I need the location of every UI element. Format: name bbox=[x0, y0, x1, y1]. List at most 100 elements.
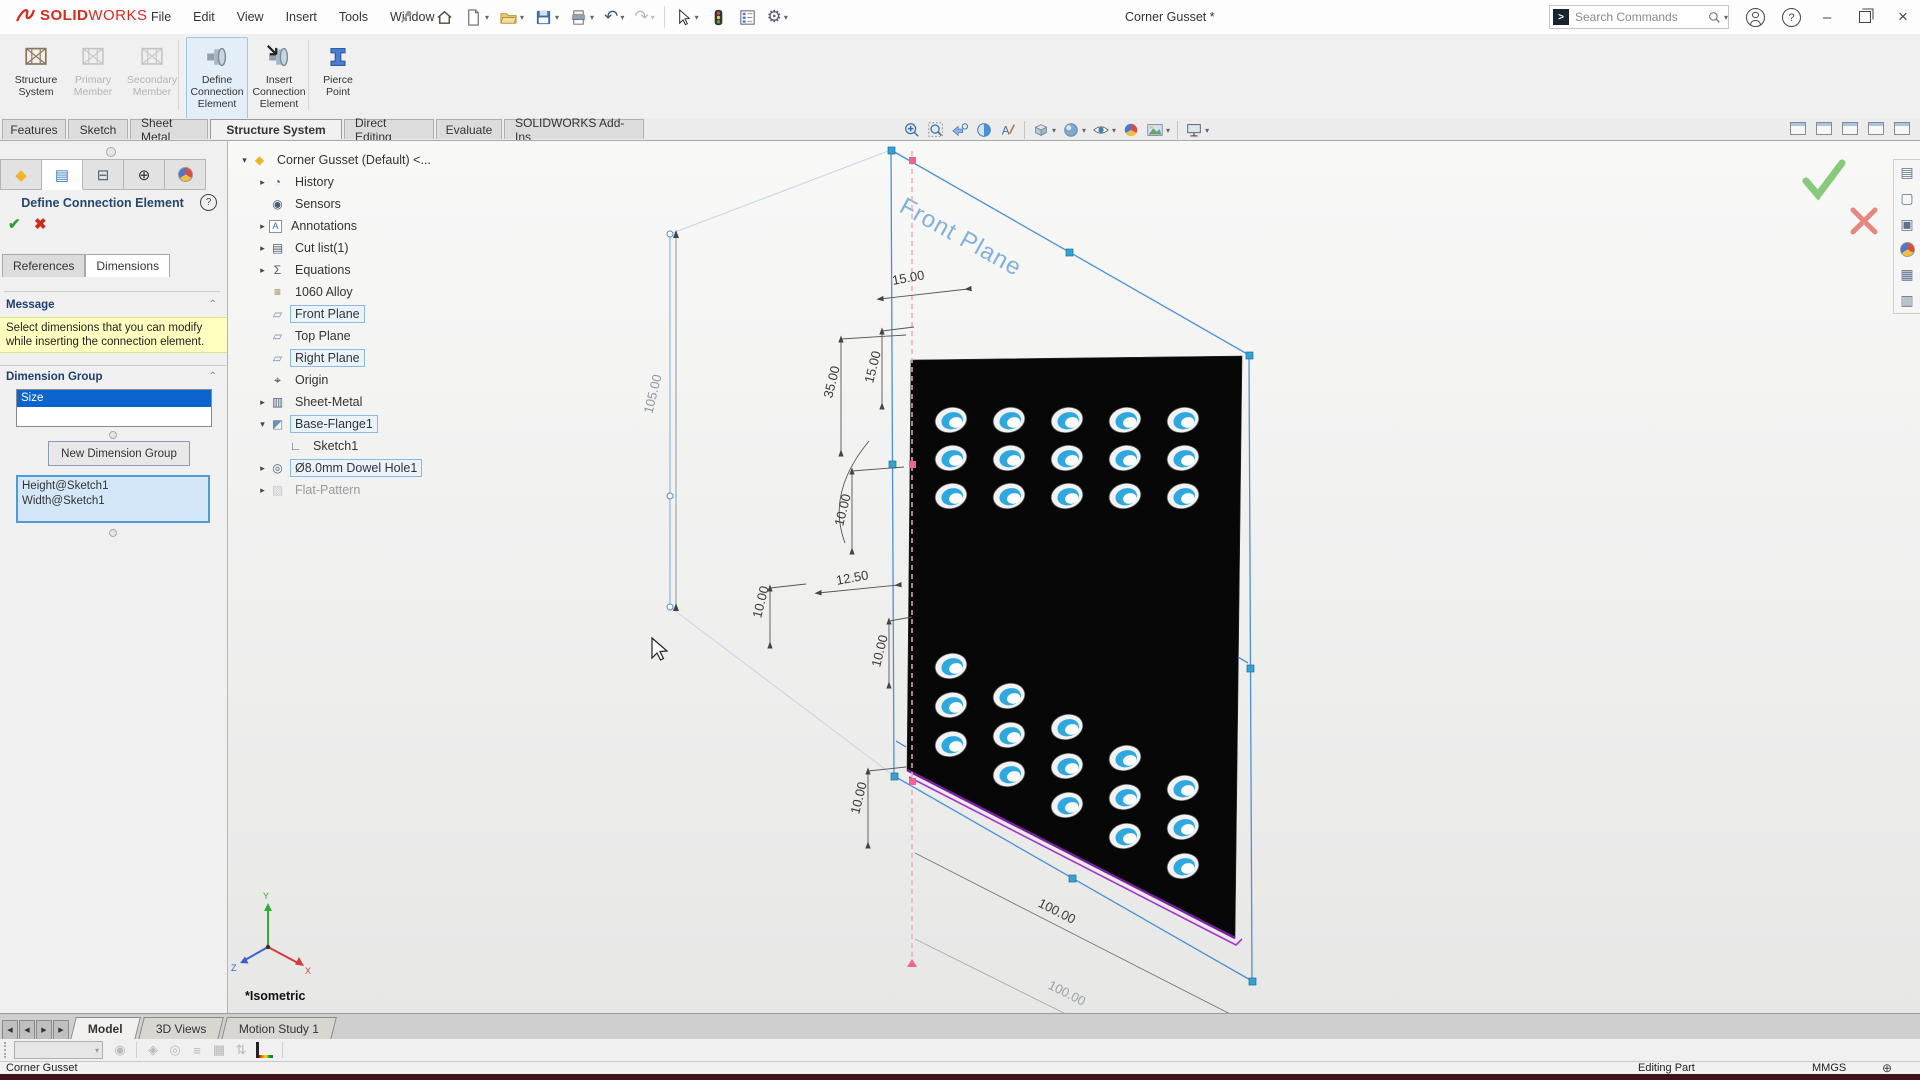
performance-traffic-light-icon[interactable] bbox=[706, 6, 731, 29]
search-box[interactable]: > ▾ bbox=[1549, 5, 1729, 29]
menu-view[interactable]: View bbox=[226, 6, 275, 28]
insert-connection-element-button[interactable]: Insert Connection Element bbox=[248, 37, 310, 120]
new-dimension-group-button[interactable]: New Dimension Group bbox=[48, 441, 190, 466]
configuration-tab[interactable]: ⊟ bbox=[83, 159, 124, 190]
display-style-icon[interactable]: ▾ bbox=[1059, 120, 1089, 140]
dimension-label[interactable]: 15.00 bbox=[891, 267, 926, 287]
edit-appearance-icon[interactable] bbox=[1119, 120, 1143, 140]
tree-item-1060-alloy[interactable]: ≡1060 Alloy bbox=[238, 281, 538, 303]
status-units[interactable]: MMGS bbox=[1812, 1062, 1846, 1074]
options-gear-icon[interactable]: ⚙▾ bbox=[764, 6, 791, 28]
tab-features[interactable]: Features bbox=[2, 119, 66, 139]
dimension-label[interactable]: 100.00 bbox=[1046, 977, 1088, 1008]
print-icon[interactable]: ▾ bbox=[566, 6, 597, 29]
dimension-group-header[interactable]: Dimension Group bbox=[6, 371, 102, 383]
toolbar-grip[interactable] bbox=[4, 1042, 10, 1058]
apply-scene-icon[interactable]: ▾ bbox=[1143, 120, 1173, 140]
dimension-group-list[interactable]: Size bbox=[16, 389, 212, 427]
sketch-entity-icon[interactable]: ◎ bbox=[164, 1042, 186, 1058]
dimension-label[interactable]: 15.00 bbox=[861, 349, 883, 384]
forum-icon[interactable]: ▥ bbox=[1900, 292, 1913, 309]
tab-3d-views[interactable]: 3D Views bbox=[138, 1017, 224, 1040]
redo-icon[interactable]: ↷▾ bbox=[631, 6, 657, 28]
dimension-label[interactable]: 10.00 bbox=[749, 584, 771, 619]
line-format-icon[interactable]: ≡ bbox=[186, 1043, 208, 1058]
graphics-viewport[interactable]: Front Plane 15.0015.0035.0010.00105.0 bbox=[0, 140, 1920, 1014]
tree-item-origin[interactable]: ⌖Origin bbox=[238, 369, 538, 391]
tree-item-annotations[interactable]: ▸AAnnotations bbox=[238, 215, 538, 237]
confirm-cancel-icon[interactable] bbox=[1853, 210, 1875, 232]
resize-grip[interactable] bbox=[109, 529, 117, 537]
tree-item-top-plane[interactable]: ▱Top Plane bbox=[238, 325, 538, 347]
sphere-icon[interactable]: ◉ bbox=[109, 1042, 131, 1058]
sketch-point[interactable] bbox=[667, 604, 673, 610]
sketch-point[interactable] bbox=[667, 231, 673, 237]
dimension-label[interactable]: 100.00 bbox=[1036, 895, 1078, 926]
menu-file[interactable]: File bbox=[140, 6, 182, 28]
display-pane-icon[interactable] bbox=[735, 6, 760, 29]
menu-tools[interactable]: Tools bbox=[328, 6, 379, 28]
zoom-area-icon[interactable] bbox=[924, 120, 948, 140]
tab-structure-system[interactable]: Structure System bbox=[210, 119, 342, 139]
expand-arrow-icon[interactable]: ▸ bbox=[256, 485, 269, 496]
tree-item-right-plane[interactable]: ▱Right Plane bbox=[238, 347, 538, 369]
dock-window-icon[interactable] bbox=[1868, 122, 1884, 135]
panel-grip[interactable] bbox=[106, 147, 116, 157]
tree-item-history[interactable]: ▸◔History bbox=[238, 171, 538, 193]
dimension-label[interactable]: 12.50 bbox=[835, 567, 870, 587]
tab-sketch[interactable]: Sketch bbox=[68, 119, 128, 139]
tree-item-sheet-metal[interactable]: ▸▥Sheet-Metal bbox=[238, 391, 538, 413]
tree-item-equations[interactable]: ▸ΣEquations bbox=[238, 259, 538, 281]
propertymanager-tab[interactable]: ▤ bbox=[42, 159, 83, 190]
cancel-button[interactable]: ✖ bbox=[34, 215, 47, 233]
sketch-point[interactable] bbox=[667, 493, 673, 499]
minimize-button[interactable]: – bbox=[1814, 6, 1840, 28]
tab-nav-last-icon[interactable]: ▶ bbox=[53, 1020, 69, 1040]
dimension-label[interactable]: 10.00 bbox=[831, 492, 853, 527]
style-combo[interactable]: ▾ bbox=[14, 1041, 103, 1059]
home-icon[interactable] bbox=[432, 6, 457, 29]
search-icon[interactable] bbox=[1707, 10, 1722, 25]
tree-item-sketch1[interactable]: ∟Sketch1 bbox=[238, 435, 538, 457]
part-tab[interactable]: ◆ bbox=[0, 159, 42, 190]
tab-nav-next-icon[interactable]: ▶ bbox=[36, 1020, 52, 1040]
restore-button[interactable] bbox=[1852, 6, 1878, 28]
select-cursor-icon[interactable]: ▾ bbox=[671, 6, 702, 29]
dimension-label[interactable]: 105.00 bbox=[641, 373, 665, 415]
message-group-header[interactable]: Message bbox=[6, 299, 55, 311]
group-list-item[interactable]: Size bbox=[17, 390, 211, 407]
structure-system-button[interactable]: Structure System bbox=[6, 37, 66, 120]
dock-window-icon[interactable] bbox=[1790, 122, 1806, 135]
expand-arrow-icon[interactable]: ▸ bbox=[256, 397, 269, 408]
tab-nav-prev-icon[interactable]: ◀ bbox=[19, 1020, 35, 1040]
menu-edit[interactable]: Edit bbox=[182, 6, 226, 28]
new-document-icon[interactable]: ▾ bbox=[461, 6, 492, 29]
dimxpert-tab[interactable]: ⊕ bbox=[124, 159, 165, 190]
tree-item-8-0mm-dowel-hole1[interactable]: ▸◎Ø8.0mm Dowel Hole1 bbox=[238, 457, 538, 479]
color-swatch-icon[interactable] bbox=[256, 1042, 273, 1058]
resize-grip[interactable] bbox=[109, 431, 117, 439]
collapse-chevron-icon[interactable]: ⌃ bbox=[209, 299, 217, 310]
expand-arrow-icon[interactable]: ▸ bbox=[256, 243, 269, 254]
grid-icon[interactable]: ▦ bbox=[208, 1042, 230, 1058]
appearances-tab[interactable] bbox=[165, 159, 206, 190]
custom-properties-icon[interactable]: ▦ bbox=[1900, 266, 1913, 283]
tree-item-corner-gusset-default[interactable]: ▾◆Corner Gusset (Default) <... bbox=[238, 149, 538, 171]
appearances-icon[interactable] bbox=[1900, 242, 1915, 257]
dock-window-icon[interactable] bbox=[1842, 122, 1858, 135]
expand-arrow-icon[interactable]: ▸ bbox=[256, 221, 269, 232]
design-library-icon[interactable]: ▤ bbox=[1900, 164, 1913, 181]
open-icon[interactable]: ▾ bbox=[496, 6, 527, 29]
previous-view-icon[interactable] bbox=[948, 120, 972, 140]
tab-motion-study-1[interactable]: Motion Study 1 bbox=[221, 1017, 337, 1040]
save-icon[interactable]: ▾ bbox=[531, 6, 562, 29]
section-view-icon[interactable] bbox=[972, 120, 996, 140]
sheet-metal-part[interactable] bbox=[907, 356, 1242, 938]
dimension-label[interactable]: 35.00 bbox=[820, 364, 842, 399]
globe-icon[interactable]: ⊕ bbox=[1882, 1061, 1892, 1075]
tab-references[interactable]: References bbox=[2, 254, 85, 277]
tree-item-flat-pattern[interactable]: ▸▧Flat-Pattern bbox=[238, 479, 538, 501]
collapse-chevron-icon[interactable]: ⌃ bbox=[209, 371, 217, 382]
close-button[interactable]: × bbox=[1890, 6, 1916, 28]
dimension-label[interactable]: 10.00 bbox=[847, 780, 869, 815]
